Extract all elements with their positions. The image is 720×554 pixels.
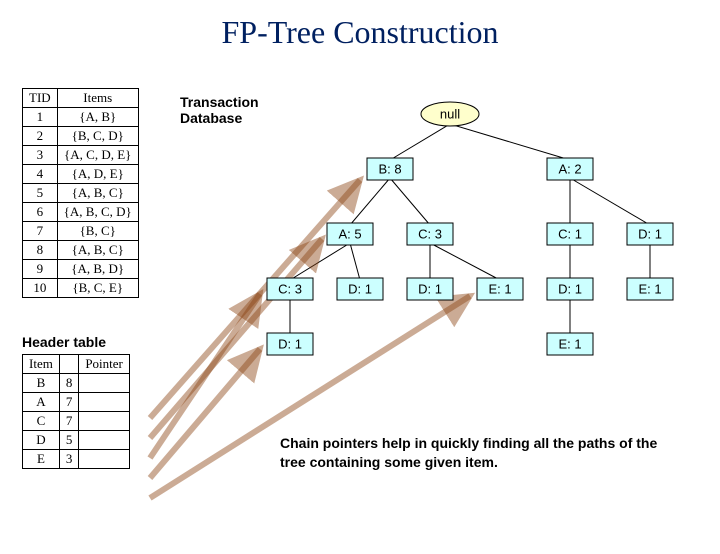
tree-node-label: D: 1 <box>348 282 372 297</box>
tree-edge <box>430 243 500 280</box>
tree-node-label: A: 2 <box>558 162 581 177</box>
tree-edge <box>390 124 450 160</box>
chain-pointer <box>150 294 260 458</box>
tree-node-label: C: 3 <box>278 282 302 297</box>
tree-node-label: D: 1 <box>278 337 302 352</box>
tree-edge <box>450 124 570 160</box>
tree-node-label: E: 1 <box>638 282 661 297</box>
tree-node-label: D: 1 <box>638 227 662 242</box>
chain-pointer <box>150 296 470 498</box>
tree-node-label: C: 3 <box>418 227 442 242</box>
tree-node-label: null <box>440 107 460 122</box>
tree-node-label: E: 1 <box>488 282 511 297</box>
tree-node-label: C: 1 <box>558 227 582 242</box>
tree-node-label: D: 1 <box>558 282 582 297</box>
chain-pointer <box>150 349 260 478</box>
tree-edge <box>350 243 360 280</box>
tree-edge <box>390 178 430 225</box>
tree-node-label: A: 5 <box>338 227 361 242</box>
tree-node-label: B: 8 <box>378 162 401 177</box>
tree-edge <box>570 178 650 225</box>
fp-tree-diagram: null B: 8 A: 2 A: 5 C: 3 C: 1 D: 1 C: 3 D: 1 D: 1… <box>0 14 720 554</box>
tree-node-label: D: 1 <box>418 282 442 297</box>
tree-node-label: E: 1 <box>558 337 581 352</box>
